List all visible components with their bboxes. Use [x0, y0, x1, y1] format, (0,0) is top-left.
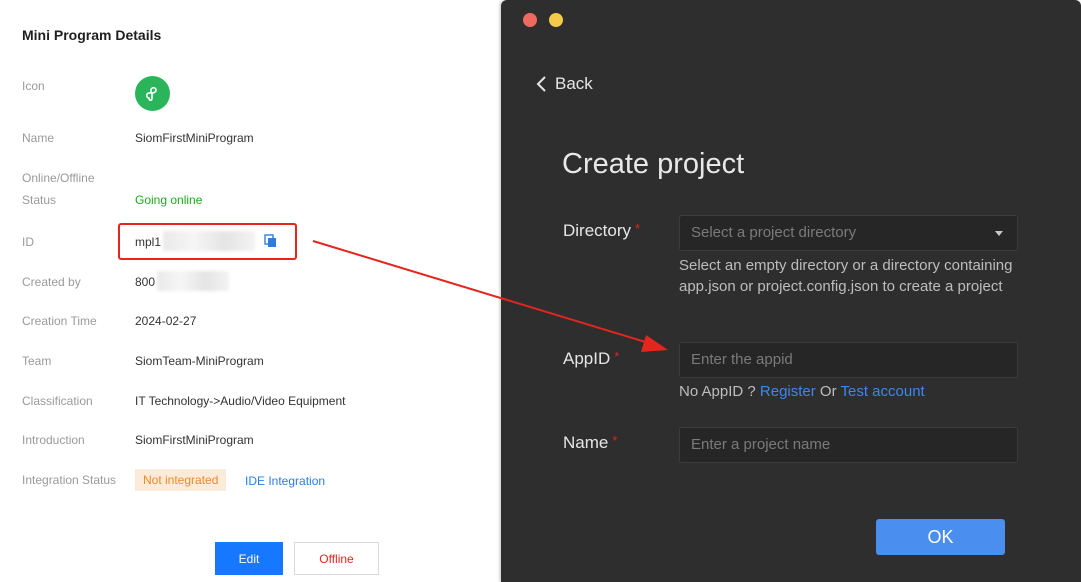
edit-button[interactable]: Edit [215, 542, 283, 575]
appid-input[interactable]: Enter the appid [679, 342, 1018, 378]
no-appid-line: No AppID ? Register Or Test account [679, 383, 925, 400]
register-link[interactable]: Register [760, 383, 816, 400]
classification-value: IT Technology->Audio/Video Equipment [135, 394, 346, 408]
created-by-value: 800 [135, 275, 156, 289]
required-mark: * [614, 349, 620, 364]
back-button[interactable]: Back [535, 74, 593, 94]
window-close-dot[interactable] [523, 13, 537, 27]
id-highlight-box [118, 223, 297, 260]
integration-status-label: Integration Status [22, 473, 117, 487]
mini-program-logo-icon [135, 76, 170, 111]
window-minimize-dot[interactable] [549, 13, 563, 27]
icon-label: Icon [22, 79, 45, 93]
integration-status-badge: Not integrated [135, 469, 227, 491]
team-label: Team [22, 354, 52, 368]
status-label-line2: Status [22, 193, 57, 207]
name-label-text: Name [563, 433, 609, 452]
ide-integration-link[interactable]: IDE Integration [245, 470, 325, 492]
or-text: Or [819, 383, 837, 400]
appid-placeholder: Enter the appid [691, 351, 793, 368]
panel-title: Mini Program Details [22, 27, 162, 43]
introduction-label: Introduction [22, 433, 85, 447]
create-project-dialog: Back Create project Directory * Select a … [501, 0, 1081, 582]
creation-time-value: 2024-02-27 [135, 314, 197, 328]
project-name-input[interactable]: Enter a project name [679, 427, 1018, 463]
offline-button[interactable]: Offline [294, 542, 379, 575]
name-label: Name * [563, 433, 617, 453]
dialog-title: Create project [562, 148, 745, 180]
team-value: SiomTeam-MiniProgram [135, 354, 264, 368]
required-mark: * [635, 221, 641, 236]
id-label: ID [22, 235, 34, 249]
test-account-link[interactable]: Test account [841, 383, 925, 400]
mini-program-details-panel: Mini Program Details Icon Name SiomFirst… [0, 0, 501, 582]
name-value: SiomFirstMiniProgram [135, 131, 254, 145]
no-appid-text: No AppID ? [679, 383, 756, 400]
ok-button[interactable]: OK [876, 519, 1005, 555]
name-label: Name [22, 131, 55, 145]
directory-label: Directory * [563, 221, 640, 241]
chevron-left-icon [536, 76, 546, 92]
directory-placeholder: Select a project directory [691, 224, 857, 241]
appid-label-text: AppID [563, 349, 611, 368]
directory-select[interactable]: Select a project directory [679, 215, 1018, 251]
created-by-redaction [157, 271, 229, 291]
creation-time-label: Creation Time [22, 314, 97, 328]
classification-label: Classification [22, 394, 93, 408]
directory-label-text: Directory [563, 221, 632, 240]
project-name-placeholder: Enter a project name [691, 436, 831, 453]
directory-help-text: Select an empty directory or a directory… [679, 257, 1013, 295]
required-mark: * [612, 433, 618, 448]
status-label-line1: Online/Offline [22, 171, 95, 185]
created-by-label: Created by [22, 275, 81, 289]
status-value: Going online [135, 193, 203, 207]
back-label: Back [555, 74, 593, 93]
caret-down-icon [995, 231, 1003, 236]
appid-label: AppID * [563, 349, 619, 369]
introduction-value: SiomFirstMiniProgram [135, 433, 254, 447]
